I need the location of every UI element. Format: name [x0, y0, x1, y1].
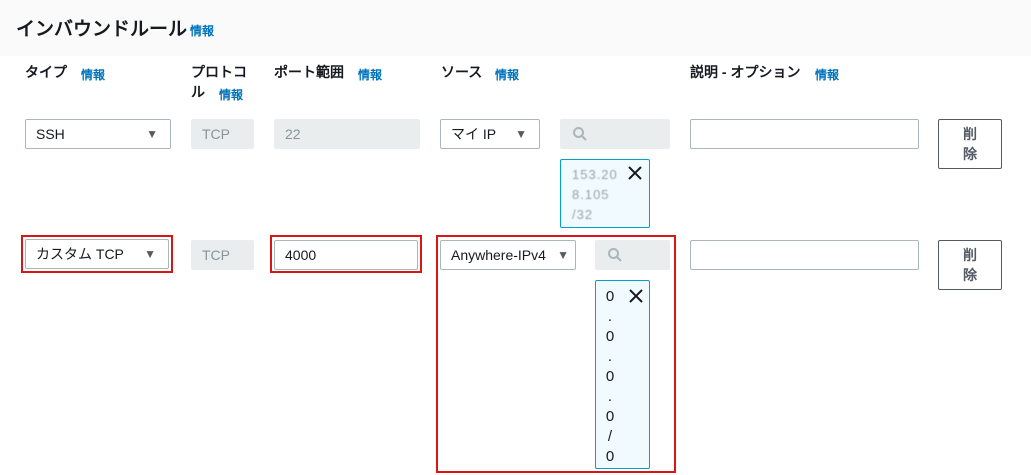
rule-1-port-field: 22	[274, 119, 420, 149]
rule-2-type-select[interactable]: カスタム TCP ▼	[25, 239, 169, 269]
rule-2-protocol-value: TCP	[202, 247, 230, 263]
col-description-info-link[interactable]: 情報	[815, 66, 839, 83]
rule-2-cidr-char: .	[607, 308, 613, 325]
col-port-label: ポート範囲	[274, 64, 344, 80]
rule-2-cidr-char: 0	[605, 328, 615, 345]
rule-1-cidr-chunk-3: /32	[572, 207, 594, 222]
col-protocol-label-line1: プロトコ	[191, 64, 247, 80]
rule-2-delete-button[interactable]: 削 除	[938, 240, 1002, 290]
rule-2-cidr-char: 0	[605, 408, 615, 425]
rule-2-port-input[interactable]: 4000	[274, 240, 418, 270]
rule-2-cidr-char: /	[607, 428, 613, 445]
col-description-label: 説明 - オプション	[690, 64, 801, 80]
rule-2-cidr-char: 0	[605, 368, 615, 385]
caret-down-icon: ▼	[144, 247, 156, 261]
rule-2-port-value: 4000	[285, 247, 317, 263]
header-info-link[interactable]: 情報	[190, 22, 214, 39]
col-type-label: タイプ	[25, 64, 67, 80]
rule-2-cidr-token: 0 . 0 . 0 . 0 / 0	[595, 280, 650, 469]
rule-2-source-select[interactable]: Anywhere-IPv4 ▼	[440, 240, 576, 270]
rule-1-delete-label-line1: 削	[963, 126, 977, 142]
rule-1-port-value: 22	[285, 126, 301, 142]
rule-2-description-input[interactable]	[690, 240, 919, 270]
rule-1-type-value: SSH	[36, 126, 65, 142]
rule-2-cidr-char: 0	[605, 448, 615, 465]
rule-1-protocol-field: TCP	[191, 119, 254, 149]
rule-1-delete-label-line2: 除	[963, 146, 977, 162]
rule-1-cidr-token: 153.20 8.105 /32	[560, 159, 650, 228]
rule-1-protocol-value: TCP	[202, 126, 230, 142]
rule-2-source-value: Anywhere-IPv4	[451, 247, 546, 263]
rule-1-delete-button[interactable]: 削 除	[938, 119, 1002, 169]
rule-1-cidr-chunk-2: 8.105	[572, 187, 610, 202]
caret-down-icon: ▼	[146, 127, 158, 141]
rule-2-cidr-char: 0	[605, 288, 615, 305]
col-type-info-link[interactable]: 情報	[81, 66, 105, 83]
rule-2-delete-label-line2: 除	[963, 267, 977, 283]
search-icon	[608, 248, 622, 262]
rule-2-cidr-char: .	[607, 388, 613, 405]
rule-1-cidr-search-input[interactable]	[560, 119, 670, 149]
close-icon[interactable]	[629, 289, 643, 303]
caret-down-icon: ▼	[557, 248, 569, 262]
rule-1-description-input[interactable]	[690, 119, 919, 149]
col-port-info-link[interactable]: 情報	[358, 66, 382, 83]
rule-1-type-select[interactable]: SSH ▼	[25, 119, 171, 149]
col-source-info-link[interactable]: 情報	[495, 66, 519, 83]
rule-2-type-value: カスタム TCP	[36, 246, 124, 262]
rule-1-source-select[interactable]: マイ IP ▼	[440, 119, 540, 149]
close-icon[interactable]	[628, 166, 642, 180]
search-icon	[573, 127, 587, 141]
rule-2-cidr-char: .	[607, 348, 613, 365]
rule-2-cidr-search-input[interactable]	[595, 240, 670, 270]
col-protocol-label-line2: ル	[191, 84, 205, 100]
rule-1-cidr-chunk-1: 153.20	[572, 167, 618, 182]
caret-down-icon: ▼	[515, 127, 527, 141]
rule-2-protocol-field: TCP	[191, 240, 254, 270]
col-protocol-info-link[interactable]: 情報	[219, 86, 243, 103]
rule-1-source-value: マイ IP	[451, 126, 497, 142]
page-title: インバウンドルール	[16, 19, 188, 40]
col-source-label: ソース	[441, 64, 483, 80]
rule-2-delete-label-line1: 削	[963, 247, 977, 263]
